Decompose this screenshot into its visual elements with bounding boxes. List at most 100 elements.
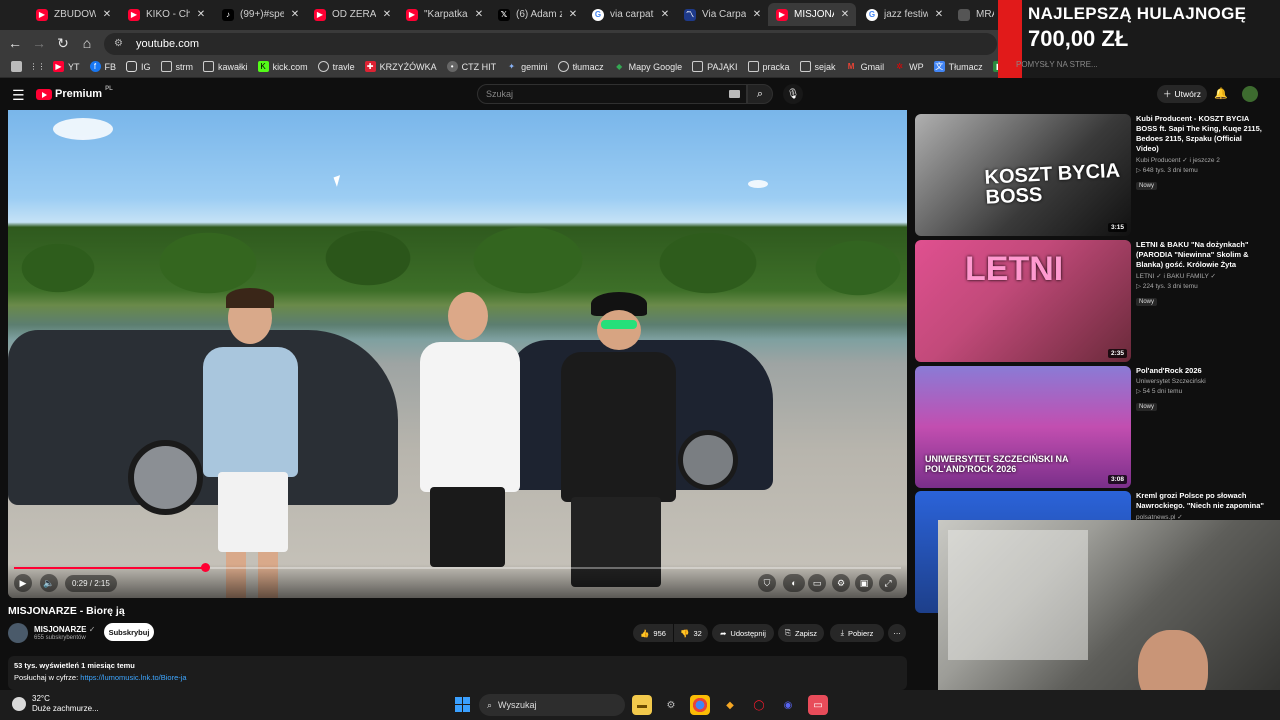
file-explorer-icon[interactable]: ▬ bbox=[632, 695, 652, 715]
bookmark-item[interactable]: ▶ YT bbox=[48, 57, 85, 77]
voice-search-button[interactable]: 🎙 bbox=[783, 84, 803, 104]
close-icon[interactable]: ✕ bbox=[840, 9, 850, 20]
bookmark-folder[interactable]: pracka bbox=[743, 57, 795, 77]
bookmark-folder[interactable]: PAJĄKI bbox=[687, 57, 742, 77]
menu-icon[interactable]: ☰ bbox=[12, 87, 25, 104]
bookmark-item[interactable]: ✲ WP bbox=[889, 57, 929, 77]
channel-name[interactable]: LETNI ✓ i BAKU FAMILY ✓ bbox=[1136, 272, 1266, 280]
chrome-icon[interactable] bbox=[690, 695, 710, 715]
share-button[interactable]: ➦ Udostępnij bbox=[712, 624, 774, 642]
mute-button[interactable]: 🔈 bbox=[40, 574, 58, 592]
close-icon[interactable]: ✕ bbox=[102, 9, 112, 20]
discord-icon[interactable]: ◉ bbox=[778, 695, 798, 715]
video-player[interactable]: ▶ 🔈 0:29 / 2:15 ⛉ ◐ ▭ ⚙ ▣ ⤢ bbox=[8, 110, 907, 598]
bookmark-reading-list[interactable] bbox=[6, 57, 27, 77]
close-icon[interactable]: ✕ bbox=[934, 9, 944, 20]
dislike-button[interactable]: 👎 32 bbox=[674, 624, 708, 642]
reload-icon[interactable]: ↻ bbox=[54, 34, 72, 52]
download-button[interactable]: ⤓ Pobierz bbox=[830, 624, 884, 642]
bookmark-item[interactable]: tłumacz bbox=[553, 57, 609, 77]
bookmark-item[interactable]: Kkick.com bbox=[253, 57, 313, 77]
search-input[interactable]: Szukaj bbox=[477, 84, 747, 104]
browser-tab[interactable]: ▶ZBUDOWAL✕ bbox=[28, 3, 118, 26]
shield-button[interactable]: ⛉ bbox=[758, 574, 776, 592]
browser-tab[interactable]: 〽Via Carpathia - P✕ bbox=[676, 3, 768, 26]
bookmark-item[interactable]: ◆ Mapy Google bbox=[609, 57, 688, 77]
back-icon[interactable]: ← bbox=[6, 34, 24, 52]
close-icon[interactable]: ✕ bbox=[196, 9, 206, 20]
video-thumbnail[interactable]: UNIWERSYTET SZCZECIŃSKI NA POL'AND'ROCK … bbox=[915, 366, 1131, 488]
account-avatar[interactable] bbox=[1242, 86, 1258, 102]
bookmark-item[interactable]: f FB bbox=[85, 57, 122, 77]
bookmark-item[interactable]: 文 Tłumacz bbox=[929, 57, 988, 77]
opera-icon[interactable]: ◯ bbox=[749, 695, 769, 715]
windows-start-icon[interactable] bbox=[455, 697, 470, 712]
bookmark-folder[interactable]: sejak bbox=[795, 57, 841, 77]
channel-name[interactable]: Kubi Producent ✓ i jeszcze 2 bbox=[1136, 156, 1266, 164]
save-button[interactable]: ⎘ Zapisz bbox=[778, 624, 824, 642]
create-button[interactable]: ＋ Utwórz bbox=[1157, 85, 1207, 103]
brave-icon[interactable]: ◆ bbox=[720, 695, 740, 715]
video-title[interactable]: Kreml grozi Polsce po słowach Nawrockieg… bbox=[1136, 491, 1266, 511]
browser-tab[interactable]: Gjazz festiwal ron✕ bbox=[858, 3, 950, 26]
subscribe-button[interactable]: Subskrybuj bbox=[104, 623, 154, 641]
video-title[interactable]: Pol'and'Rock 2026 bbox=[1136, 366, 1266, 376]
close-icon[interactable]: ✕ bbox=[290, 9, 300, 20]
bookmark-item[interactable]: M Gmail bbox=[841, 57, 890, 77]
video-thumbnail[interactable]: LETNI 2:35 bbox=[915, 240, 1131, 362]
close-icon[interactable]: ✕ bbox=[568, 9, 578, 20]
video-title[interactable]: Kubi Producent - KOSZT BYCIA BOSS ft. Sa… bbox=[1136, 114, 1266, 154]
bookmark-item[interactable]: ✚ KRZYŻÓWKA bbox=[360, 57, 442, 77]
search-button[interactable]: ⌕ bbox=[747, 84, 773, 104]
close-icon[interactable]: ✕ bbox=[382, 9, 392, 20]
description-box[interactable]: 53 tys. wyświetleń 1 miesiąc temu Posłuc… bbox=[8, 656, 907, 690]
channel-name[interactable]: MISJONARZE ✓ bbox=[34, 625, 95, 634]
close-icon[interactable]: ✕ bbox=[752, 9, 762, 20]
notifications-bell-icon[interactable]: 🔔 bbox=[1214, 87, 1228, 100]
more-actions-button[interactable]: ⋯ bbox=[888, 624, 906, 642]
bookmark-item[interactable]: • CTZ HIT bbox=[442, 57, 502, 77]
fullscreen-button[interactable]: ⤢ bbox=[879, 574, 897, 592]
browser-tab[interactable]: ▶OD ZERA DO✕ bbox=[306, 3, 398, 26]
play-button[interactable]: ▶ bbox=[14, 574, 32, 592]
like-button[interactable]: 👍 956 bbox=[633, 624, 673, 642]
browser-tab[interactable]: ▶KIKO - Chodź✕ bbox=[120, 3, 212, 26]
taskbar-search[interactable]: ⌕ Wyszukaj bbox=[479, 694, 625, 716]
browser-tab[interactable]: Gvia carpatia - Sz✕ bbox=[584, 3, 676, 26]
scrubber-handle[interactable] bbox=[200, 563, 210, 572]
autoplay-toggle[interactable]: ◐ bbox=[783, 574, 805, 592]
recommended-video[interactable]: KOSZT BYCIA BOSS 3:15 Kubi Producent - K… bbox=[915, 114, 1265, 236]
keyboard-icon[interactable] bbox=[729, 90, 740, 98]
recommended-video[interactable]: UNIWERSYTET SZCZECIŃSKI NA POL'AND'ROCK … bbox=[915, 366, 1265, 488]
site-info-icon[interactable]: ⚙ bbox=[114, 38, 126, 50]
settings-icon[interactable]: ⚙ bbox=[661, 695, 681, 715]
browser-tab[interactable]: MRAU bbox=[950, 3, 1000, 26]
streaming-app-icon[interactable]: ▭ bbox=[808, 695, 828, 715]
home-icon[interactable]: ⌂ bbox=[78, 34, 96, 52]
recommended-video[interactable]: LETNI 2:35 LETNI & BAKU "Na dożynkach" (… bbox=[915, 240, 1265, 362]
channel-avatar[interactable] bbox=[8, 623, 28, 643]
close-icon[interactable]: ✕ bbox=[660, 9, 670, 20]
browser-tab[interactable]: ▶"Karpatka" z✕ bbox=[398, 3, 490, 26]
bookmark-item[interactable]: IG bbox=[121, 57, 156, 77]
subtitles-button[interactable]: ▭ bbox=[808, 574, 826, 592]
bookmark-item[interactable]: ✦ gemini bbox=[501, 57, 553, 77]
browser-tab-active[interactable]: ▶MISJONARZE✕ bbox=[768, 3, 856, 26]
weather-widget[interactable]: 32°C Duże zachmurze... bbox=[12, 694, 99, 714]
progress-bar[interactable] bbox=[14, 563, 901, 572]
channel-name[interactable]: Uniwersytet Szczeciński bbox=[1136, 378, 1266, 385]
browser-tab[interactable]: 𝕏(6) Adam z Sady✕ bbox=[490, 3, 584, 26]
description-link[interactable]: https://lumomusic.lnk.to/Biore-ja bbox=[80, 673, 186, 682]
browser-tab[interactable]: ♪(99+)#speed✕ bbox=[214, 3, 306, 26]
youtube-premium-logo[interactable]: Premium PL bbox=[36, 86, 113, 100]
video-title[interactable]: LETNI & BAKU "Na dożynkach" (PARODIA "Ni… bbox=[1136, 240, 1266, 270]
miniplayer-button[interactable]: ▣ bbox=[855, 574, 873, 592]
bookmark-item[interactable]: travle bbox=[313, 57, 360, 77]
address-bar[interactable]: ⚙ youtube.com bbox=[104, 33, 997, 55]
bookmark-apps[interactable]: ⋮⋮ bbox=[27, 57, 48, 77]
forward-icon[interactable]: → bbox=[30, 34, 48, 52]
bookmark-folder[interactable]: strm bbox=[156, 57, 199, 77]
video-thumbnail[interactable]: KOSZT BYCIA BOSS 3:15 bbox=[915, 114, 1131, 236]
bookmark-folder[interactable]: kawałki bbox=[198, 57, 253, 77]
settings-button[interactable]: ⚙ bbox=[832, 574, 850, 592]
